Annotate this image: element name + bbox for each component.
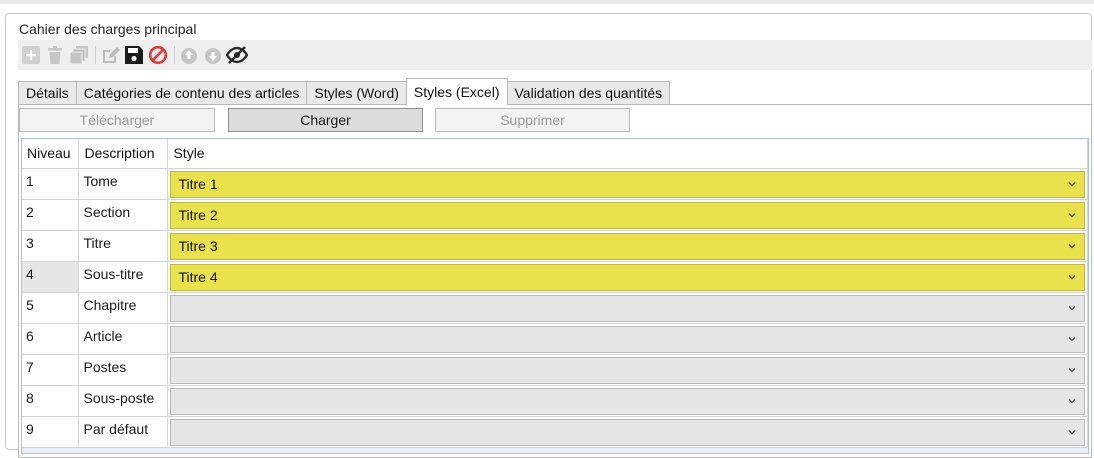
style-cell: Titre 1	[167, 168, 1088, 200]
copy-icon[interactable]	[68, 44, 90, 66]
save-icon[interactable]	[123, 44, 145, 66]
tab-styles-excel[interactable]: Styles (Excel)	[405, 78, 508, 105]
table-row[interactable]: 9 Par défaut	[22, 416, 1088, 448]
niveau-cell: 7	[22, 354, 80, 386]
chevron-down-icon	[1068, 274, 1076, 279]
style-dropdown-value: Titre 2	[178, 207, 218, 223]
hide-icon[interactable]	[226, 44, 248, 66]
description-cell: Chapitre	[78, 292, 169, 324]
style-cell	[167, 385, 1088, 417]
table-row[interactable]: 8 Sous-poste	[22, 385, 1088, 417]
window-top-strip	[0, 0, 1094, 4]
description-cell: Article	[78, 323, 169, 355]
style-dropdown[interactable]	[170, 325, 1085, 353]
chevron-down-icon	[1068, 367, 1076, 372]
delete-button[interactable]: Supprimer	[435, 108, 630, 132]
chevron-down-icon	[1068, 429, 1076, 434]
niveau-cell: 4	[22, 261, 80, 293]
column-header-description[interactable]: Description	[78, 139, 169, 169]
chevron-down-icon	[1068, 243, 1076, 248]
table-row[interactable]: 5 Chapitre	[22, 292, 1088, 324]
cancel-icon[interactable]	[147, 44, 169, 66]
table-row[interactable]: 6 Article	[22, 323, 1088, 355]
table-row[interactable]: 3 Titre Titre 3	[22, 230, 1088, 262]
niveau-cell: 3	[22, 230, 80, 262]
style-cell: Titre 4	[167, 261, 1088, 293]
styles-table: Niveau Description Style 1 Tome Titre 1	[22, 139, 1088, 448]
style-cell: Titre 2	[167, 199, 1088, 231]
style-dropdown[interactable]	[170, 356, 1085, 384]
style-dropdown-value: Titre 4	[178, 269, 218, 285]
style-dropdown[interactable]	[170, 294, 1085, 322]
upload-cloud-icon[interactable]	[178, 44, 200, 66]
style-cell	[167, 323, 1088, 355]
style-cell: Titre 3	[167, 230, 1088, 262]
description-cell: Par défaut	[78, 416, 169, 448]
description-cell: Section	[78, 199, 169, 231]
group-title: Cahier des charges principal	[16, 20, 200, 38]
column-header-style[interactable]: Style	[167, 139, 1088, 169]
styles-excel-panel: Télécharger Charger Supprimer Niveau Des…	[18, 104, 1092, 458]
tab-styles-word[interactable]: Styles (Word)	[306, 81, 407, 105]
niveau-cell: 1	[22, 168, 80, 200]
chevron-down-icon	[1068, 336, 1076, 341]
toolbar	[18, 40, 1092, 70]
description-cell: Titre	[78, 230, 169, 262]
table-row[interactable]: 4 Sous-titre Titre 4	[22, 261, 1088, 293]
chevron-down-icon	[1068, 181, 1076, 186]
add-icon[interactable]	[20, 44, 42, 66]
column-header-niveau[interactable]: Niveau	[22, 139, 80, 169]
style-dropdown[interactable]: Titre 2	[170, 201, 1085, 229]
download-button[interactable]: Télécharger	[19, 108, 215, 132]
niveau-cell: 8	[22, 385, 80, 417]
chevron-down-icon	[1068, 398, 1076, 403]
niveau-cell: 2	[22, 199, 80, 231]
style-dropdown[interactable]	[170, 387, 1085, 415]
style-dropdown[interactable]	[170, 418, 1085, 446]
tab-content-categories[interactable]: Catégories de contenu des articles	[75, 81, 308, 105]
delete-icon[interactable]	[44, 44, 66, 66]
tab-quantity-validation[interactable]: Validation des quantités	[506, 81, 671, 105]
download-cloud-icon[interactable]	[202, 44, 224, 66]
style-cell	[167, 292, 1088, 324]
niveau-cell: 9	[22, 416, 80, 448]
table-row[interactable]: 1 Tome Titre 1	[22, 168, 1088, 200]
description-cell: Tome	[78, 168, 169, 200]
style-dropdown[interactable]: Titre 4	[170, 263, 1085, 291]
niveau-cell: 5	[22, 292, 80, 324]
table-row[interactable]: 2 Section Titre 2	[22, 199, 1088, 231]
style-dropdown[interactable]: Titre 3	[170, 232, 1085, 260]
tab-details[interactable]: Détails	[18, 81, 77, 105]
style-dropdown[interactable]: Titre 1	[170, 170, 1085, 198]
style-cell	[167, 354, 1088, 386]
edit-icon[interactable]	[99, 44, 121, 66]
style-dropdown-value: Titre 1	[178, 176, 218, 192]
description-cell: Postes	[78, 354, 169, 386]
style-cell	[167, 416, 1088, 448]
description-cell: Sous-poste	[78, 385, 169, 417]
style-dropdown-value: Titre 3	[178, 238, 218, 254]
chevron-down-icon	[1068, 212, 1076, 217]
chevron-down-icon	[1068, 305, 1076, 310]
toolbar-separator	[174, 46, 175, 64]
styles-grid: Niveau Description Style 1 Tome Titre 1	[21, 138, 1089, 454]
main-spec-group: Cahier des charges principal Détails Cat…	[5, 13, 1092, 458]
toolbar-separator	[95, 46, 96, 64]
table-row[interactable]: 7 Postes	[22, 354, 1088, 386]
niveau-cell: 6	[22, 323, 80, 355]
table-header-row: Niveau Description Style	[22, 139, 1088, 169]
description-cell: Sous-titre	[78, 261, 169, 293]
load-button[interactable]: Charger	[228, 108, 423, 132]
tab-bar: Détails Catégories de contenu des articl…	[18, 78, 671, 105]
